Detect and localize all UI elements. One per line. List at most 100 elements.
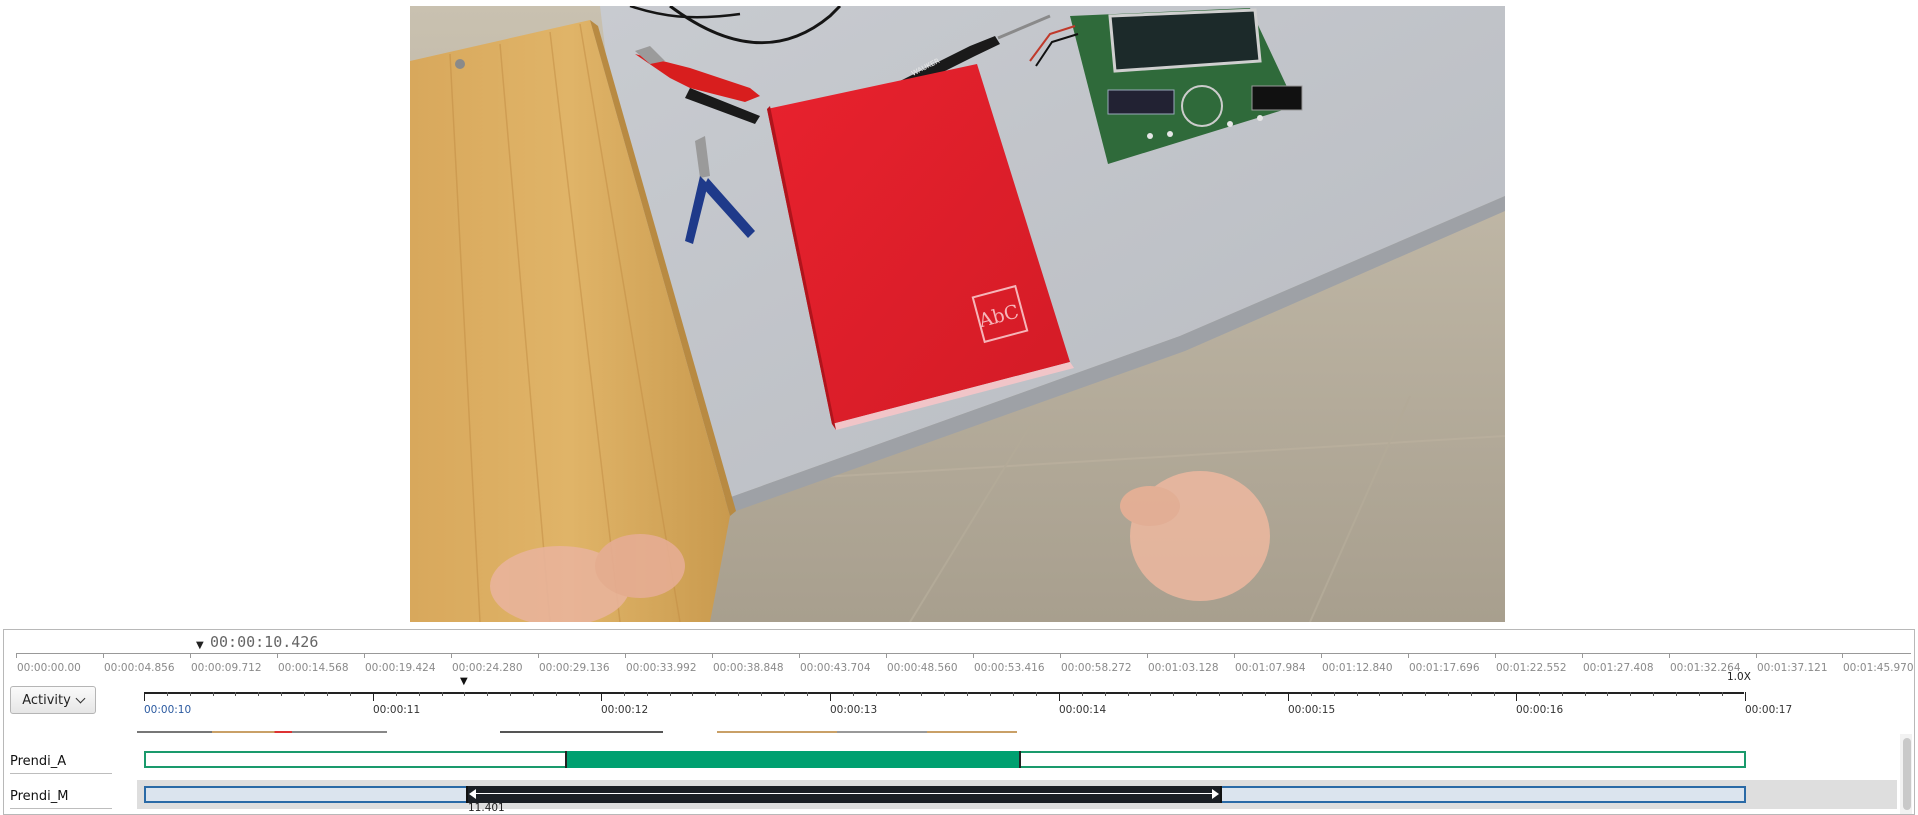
zoom-minor-tick (1242, 692, 1243, 696)
activity-dropdown-button[interactable]: Activity (10, 686, 96, 714)
track-divider (10, 808, 112, 809)
segment-prendi-a[interactable] (565, 751, 1021, 768)
zoom-minor-tick (419, 692, 420, 696)
zoom-minor-tick (1494, 692, 1495, 696)
arrow-right-icon[interactable] (1212, 789, 1219, 799)
overview-tick (451, 653, 452, 658)
zoom-minor-tick (1585, 692, 1586, 696)
zoom-minor-tick (761, 692, 762, 696)
chevron-down-icon (75, 693, 86, 703)
track-label-prendi-a: Prendi_A (10, 754, 67, 769)
segment-prendi-m[interactable] (466, 786, 1222, 803)
zoom-minor-tick (1013, 692, 1014, 696)
zoom-tick (144, 692, 145, 701)
zoom-minor-tick (1128, 692, 1129, 696)
zoom-minor-tick (624, 692, 625, 696)
scrollbar-thumb[interactable] (1903, 738, 1911, 810)
overview-tick (712, 653, 713, 658)
zoom-minor-tick (670, 692, 671, 696)
overview-tick-label: 00:00:48.560 (887, 662, 958, 674)
zoom-tick (1059, 692, 1060, 701)
overview-tick-label: 00:00:04.856 (104, 662, 175, 674)
zoom-minor-tick (1425, 692, 1426, 696)
zoom-minor-tick (1448, 692, 1449, 696)
overview-tick (103, 653, 104, 658)
zoom-minor-tick (213, 692, 214, 696)
overview-tick (1234, 653, 1235, 658)
zoom-minor-tick (510, 692, 511, 696)
track-divider (10, 773, 112, 774)
zoom-minor-tick (281, 692, 282, 696)
overview-tick-label: 00:00:53.416 (974, 662, 1045, 674)
zoom-minor-tick (1471, 692, 1472, 696)
zoom-tick (601, 692, 602, 701)
activity-button-label: Activity (22, 692, 71, 708)
playback-speed: 1.0X (1727, 671, 1751, 683)
playhead-marker-icon[interactable]: ▼ (196, 640, 204, 651)
zoom-minor-tick (1607, 692, 1608, 696)
overview-tick-label: 00:00:38.848 (713, 662, 784, 674)
zoom-tick-label: 00:00:13 (830, 704, 878, 716)
zoom-minor-tick (692, 692, 693, 696)
zoom-tick-label: 00:00:14 (1059, 704, 1107, 716)
zoom-minor-tick (1357, 692, 1358, 696)
overview-tick (973, 653, 974, 658)
zoom-minor-tick (487, 692, 488, 696)
zoom-minor-tick (738, 692, 739, 696)
overview-tick-label: 00:00:58.272 (1061, 662, 1132, 674)
overview-tick-label: 00:00:19.424 (365, 662, 436, 674)
zoom-minor-tick (944, 692, 945, 696)
zoom-minor-tick (1334, 692, 1335, 696)
track-label-prendi-m: Prendi_M (10, 789, 69, 804)
zoom-minor-tick (396, 692, 397, 696)
zoom-minor-tick (1173, 692, 1174, 696)
segment-start-time: 11.401 (468, 802, 505, 814)
overview-tick (1321, 653, 1322, 658)
overview-tick (1495, 653, 1496, 658)
overview-tick-label: 00:01:03.128 (1148, 662, 1219, 674)
current-time: 00:00:10.426 (210, 633, 319, 651)
zoom-tick (373, 692, 374, 701)
zoom-minor-tick (715, 692, 716, 696)
zoom-minor-tick (647, 692, 648, 696)
video-scene: WAUKER AbC (410, 6, 1505, 622)
overview-tick-label: 00:00:09.712 (191, 662, 262, 674)
arrow-left-icon[interactable] (469, 789, 476, 799)
zoom-tick-label: 00:00:16 (1516, 704, 1564, 716)
zoom-minor-tick (1699, 692, 1700, 696)
overview-tick-label: 00:01:07.984 (1235, 662, 1306, 674)
overview-tick-label: 00:01:22.552 (1496, 662, 1567, 674)
overview-tick-label: 00:00:14.568 (278, 662, 349, 674)
zoom-minor-tick (990, 692, 991, 696)
overview-tick-label: 00:01:17.696 (1409, 662, 1480, 674)
zoom-minor-tick (533, 692, 534, 696)
zoom-minor-tick (1105, 692, 1106, 696)
overview-tick (1147, 653, 1148, 658)
overview-tick (1408, 653, 1409, 658)
overview-ruler[interactable]: 00:00:00.00 00:00:04.856 00:00:09.712 00:00… (16, 653, 1914, 677)
video-frame[interactable]: WAUKER AbC (410, 6, 1505, 622)
zoom-minor-tick (1722, 692, 1723, 696)
overview-tick-label: 00:00:33.992 (626, 662, 697, 674)
zoom-minor-tick (899, 692, 900, 696)
zoom-minor-tick (167, 692, 168, 696)
overview-tick (1582, 653, 1583, 658)
zoom-minor-tick (967, 692, 968, 696)
zoom-minor-tick (1036, 692, 1037, 696)
timeline-panel: ▼ 00:00:10.426 00:00:00.00 00:00:04.856 00… (3, 629, 1915, 815)
zoom-minor-tick (876, 692, 877, 696)
zoom-minor-tick (1653, 692, 1654, 696)
zoom-minor-tick (1379, 692, 1380, 696)
zoom-minor-tick (556, 692, 557, 696)
zoom-ruler[interactable]: 00:00:10 00:00:11 00:00:12 00:00:13 00:00:14… (144, 682, 1792, 716)
zoom-minor-tick (921, 692, 922, 696)
zoom-tick-label: 00:00:17 (1745, 704, 1793, 716)
overview-tick-label: 00:01:27.408 (1583, 662, 1654, 674)
overview-tick-label: 00:01:37.121 (1757, 662, 1828, 674)
zoom-tick-label: 00:00:11 (373, 704, 421, 716)
zoom-tick (1516, 692, 1517, 701)
overview-tick (538, 653, 539, 658)
zoom-minor-tick (1082, 692, 1083, 696)
zoom-playhead-icon[interactable]: ▼ (460, 676, 468, 687)
overview-tick (625, 653, 626, 658)
